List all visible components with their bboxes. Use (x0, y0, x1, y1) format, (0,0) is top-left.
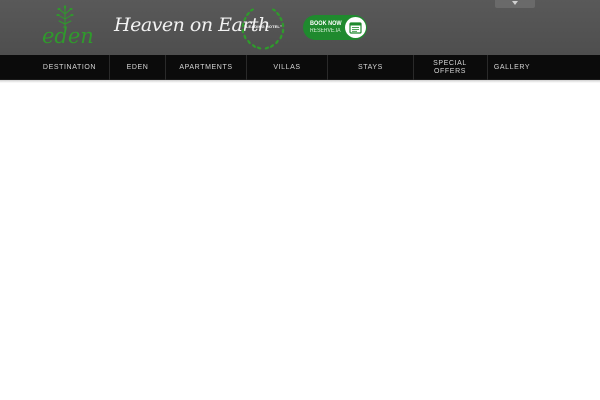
nav-item-villas[interactable]: VILLAS (247, 55, 327, 80)
language-dropdown-tab[interactable] (495, 0, 535, 8)
reserve-label: RESERVE.IA (310, 28, 341, 34)
badge-text: "LEADING HOTEL" (244, 24, 282, 29)
nav-item-special-offers[interactable]: SPECIAL OFFERS (426, 55, 474, 80)
calendar-icon (349, 22, 362, 34)
nav-item-destination[interactable]: DESTINATION (30, 55, 109, 80)
nav-item-stays[interactable]: STAYS (328, 55, 413, 80)
book-now-button[interactable]: BOOK NOW RESERVE.IA (303, 15, 367, 40)
calendar-badge (345, 17, 366, 38)
nav-item-gallery[interactable]: GALLERY (488, 55, 536, 80)
logo-text: eden (42, 24, 94, 48)
eden-logo[interactable]: eden (38, 4, 94, 50)
chevron-down-icon (512, 1, 518, 5)
leading-hotel-badge: "LEADING HOTEL" (238, 4, 288, 52)
site-header: eden Heaven on Earth "LEADING HOTEL" BOO… (0, 0, 600, 55)
main-navigation: DESTINATION EDEN APARTMENTS VILLAS STAYS… (0, 55, 600, 80)
nav-separator (413, 55, 414, 80)
nav-item-apartments[interactable]: APARTMENTS (166, 55, 246, 80)
nav-item-eden[interactable]: EDEN (110, 55, 165, 80)
book-now-label: BOOK NOW (310, 20, 342, 27)
page-content (0, 83, 600, 400)
